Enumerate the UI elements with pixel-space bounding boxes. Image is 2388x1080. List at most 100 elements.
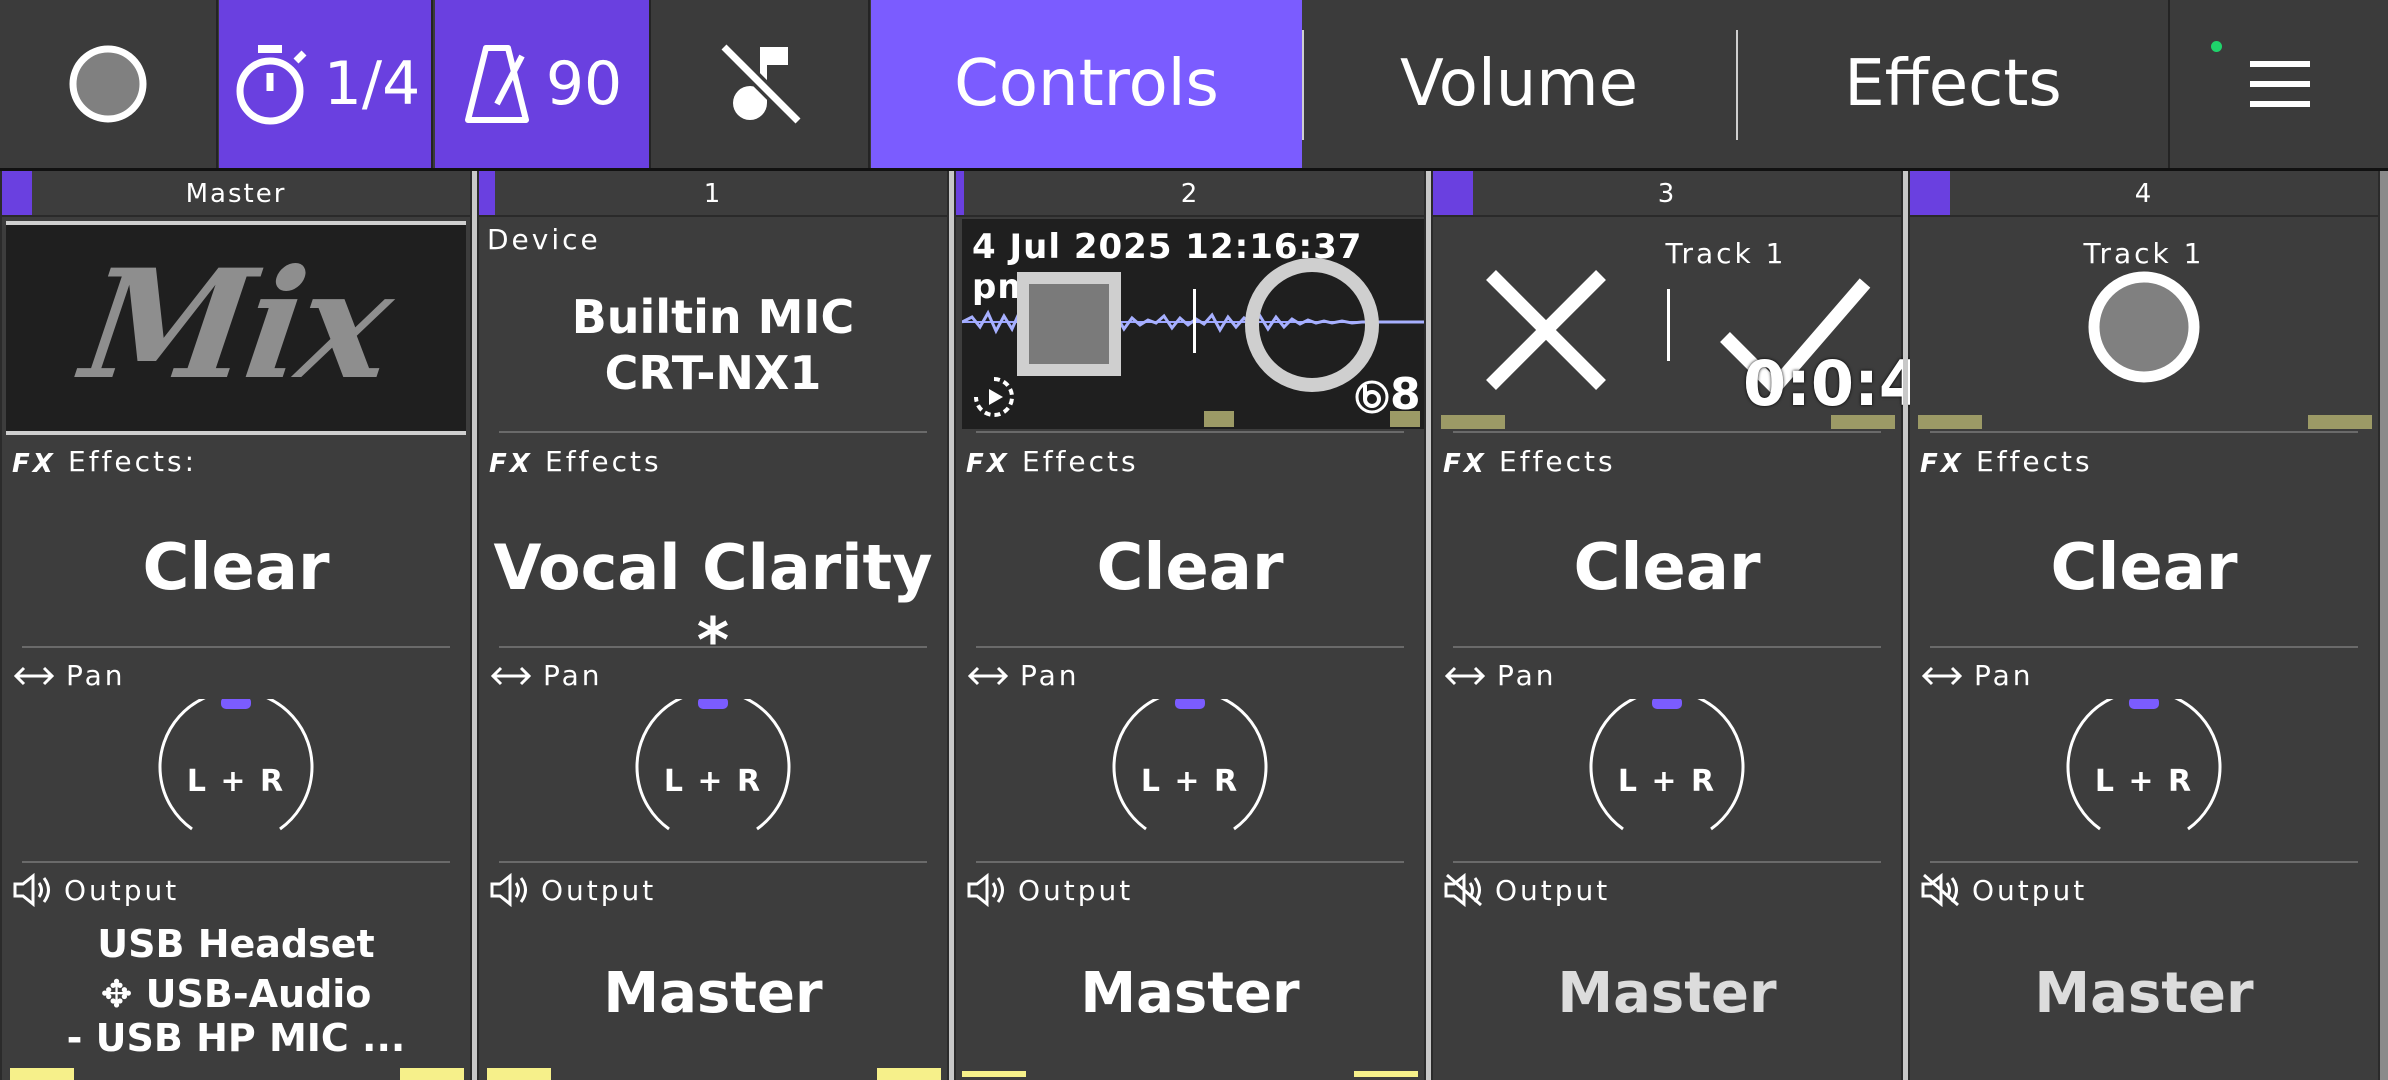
effects-value[interactable]: Clear [956, 531, 1424, 605]
speaker-icon [13, 873, 50, 907]
divider [22, 861, 450, 863]
strip-header[interactable]: 2 [956, 171, 1424, 217]
pan-knob[interactable]: L + R [1110, 689, 1270, 839]
effects-title: FX Effects: [12, 445, 197, 478]
speaker-muted-icon [1444, 873, 1482, 907]
divider [976, 431, 1404, 433]
input-device[interactable]: Builtin MIC CRT-NX1 [479, 289, 947, 401]
effects-title: FX Effects [489, 445, 662, 478]
tab-controls[interactable]: Controls [871, 0, 1302, 168]
pan-title: Pan [1920, 659, 2034, 692]
discard-x-icon[interactable] [1481, 265, 1611, 395]
tab-volume-label: Volume [1399, 47, 1639, 121]
effects-label: Effects: [68, 445, 198, 478]
pan-value: L + R [1140, 764, 1240, 799]
level-meter-right [400, 1068, 464, 1080]
strip-header[interactable]: 1 [479, 171, 947, 217]
speaker-muted-icon [1921, 873, 1959, 907]
record-circle-icon[interactable] [2086, 269, 2202, 385]
divider [1453, 861, 1881, 863]
svg-text:FX: FX [966, 449, 1010, 475]
tab-volume[interactable]: Volume [1302, 0, 1736, 168]
record-button[interactable] [0, 0, 218, 168]
divider [22, 646, 450, 648]
channel-strip-2: 2 4 Jul 2025 12:16:37 pm 8 FX Effects Cl [956, 171, 1424, 1080]
divider [499, 431, 927, 433]
pan-value: L + R [663, 764, 763, 799]
strip-number: 2 [1180, 179, 1200, 209]
output-label: Output [1972, 873, 2088, 907]
fx-icon: FX [1443, 449, 1484, 475]
output-label: Output [1018, 873, 1134, 907]
count-in-value: 1/4 [323, 49, 421, 119]
tempo-button[interactable]: 90 [435, 0, 651, 168]
level-meter-mark [1390, 411, 1420, 427]
strip-separator [1426, 171, 1431, 1080]
count-in-button[interactable]: 1/4 [219, 0, 433, 168]
output-device[interactable]: USB Headset ✥ USB-Audio - USB HP MIC ... [2, 919, 470, 1063]
metronome-icon [464, 45, 529, 123]
fx-icon: FX [966, 449, 1010, 475]
divider [1453, 431, 1881, 433]
mute-music-button[interactable] [653, 0, 870, 168]
stop-icon [1017, 272, 1121, 376]
pan-knob[interactable]: L + R [1587, 689, 1747, 839]
strip-header[interactable]: 4 [1910, 171, 2378, 217]
effects-value[interactable]: Clear [1433, 531, 1901, 605]
effects-value[interactable]: Clear [2, 531, 470, 605]
effects-title: FX Effects [1443, 445, 1616, 478]
fx-icon: FX [489, 449, 530, 475]
pan-arrows-icon [967, 666, 1009, 685]
strip-header[interactable]: 3 [1433, 171, 1901, 217]
mix-logo: Mix [73, 237, 399, 413]
effects-label: Effects [1499, 445, 1616, 478]
tab-divider [1302, 30, 1304, 140]
strip-number: 4 [2134, 179, 2154, 209]
pan-label: Pan [1497, 659, 1557, 692]
status-dot [2211, 41, 2222, 52]
level-meter-right [877, 1068, 941, 1080]
pan-knob[interactable]: L + R [156, 689, 316, 839]
speaker-icon [967, 873, 1004, 907]
output-label: Output [1495, 873, 1611, 907]
pan-knob[interactable]: L + R [633, 689, 793, 839]
strip-header[interactable]: Master [2, 171, 470, 217]
output-line: USB Headset [97, 922, 375, 966]
effects-label: Effects [545, 445, 662, 478]
pan-knob[interactable]: L + R [2064, 689, 2224, 839]
device-model: CRT-NX1 [604, 346, 822, 400]
device-name: Builtin MIC [571, 290, 855, 344]
track-name: Track 1 [1665, 237, 1787, 270]
strip-separator [1903, 171, 1908, 1080]
level-meter-right [2308, 415, 2372, 429]
tab-effects-label: Effects [1844, 47, 2062, 121]
vertical-divider [1667, 289, 1670, 361]
vertical-divider [1193, 289, 1196, 353]
output-value[interactable]: Master [479, 961, 947, 1026]
fx-icon: FX [1920, 449, 1961, 475]
effects-value[interactable]: Clear [1910, 531, 2378, 605]
pan-arrows-icon [13, 666, 55, 685]
output-value[interactable]: Master [956, 961, 1424, 1026]
output-value[interactable]: Master [1910, 961, 2378, 1026]
tab-effects[interactable]: Effects [1738, 0, 2170, 168]
divider [976, 861, 1404, 863]
divider [1930, 646, 2358, 648]
recording-panel[interactable]: 4 Jul 2025 12:16:37 pm 8 [962, 219, 1424, 429]
record-ring-icon [1245, 258, 1379, 392]
output-title: Output [489, 873, 656, 907]
strip-number: 1 [703, 179, 723, 209]
effects-value[interactable]: Vocal Clarity * [479, 531, 947, 677]
effects-title: FX Effects [1920, 445, 2093, 478]
level-meter-left [1918, 415, 1982, 429]
menu-button[interactable] [2172, 0, 2388, 168]
top-toolbar: 1/4 90 Controls Volume Effects [0, 0, 2388, 171]
output-title: Output [1920, 873, 2087, 907]
strip-number: Master [185, 179, 287, 209]
output-value[interactable]: Master [1433, 961, 1901, 1026]
pan-arrows-icon [490, 666, 532, 685]
divider [499, 861, 927, 863]
fx-icon: FX [12, 449, 53, 475]
pan-label: Pan [1020, 659, 1080, 692]
mix-panel[interactable]: Mix [6, 221, 466, 435]
